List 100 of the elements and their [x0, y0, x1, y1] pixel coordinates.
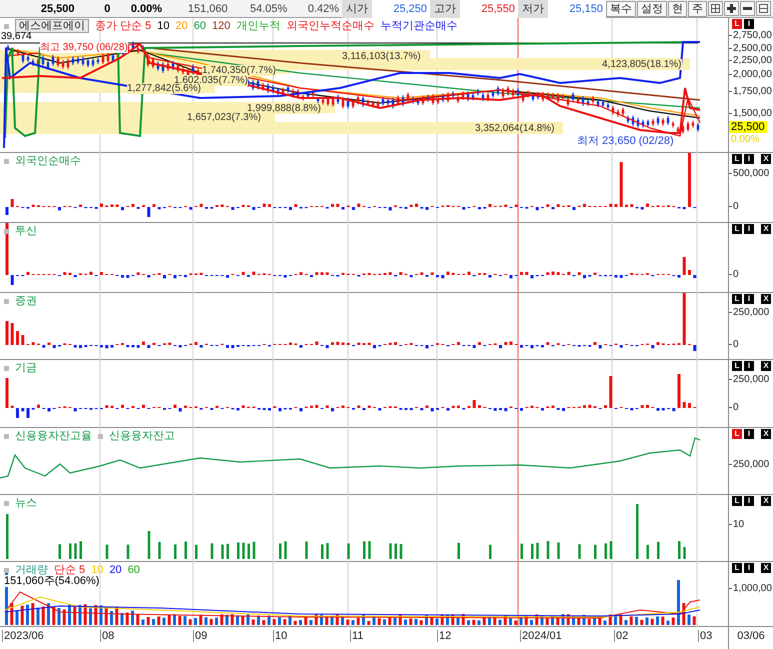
legend-label: 60 — [194, 20, 206, 32]
panel-toggle-button[interactable]: I — [744, 361, 754, 371]
price-field-value: 25,550 — [460, 0, 518, 18]
panel-toggle-button[interactable]: I — [744, 154, 754, 164]
price-field-value: 25,150 — [548, 0, 606, 18]
grid-icon[interactable] — [708, 1, 724, 16]
legend-marker-icon — [4, 366, 9, 370]
legend-label: 외국인순매수 — [15, 155, 81, 167]
panel-toggle-button[interactable]: L — [732, 154, 742, 164]
panel-toggle-button[interactable]: L — [732, 429, 742, 439]
high-price-note: 최고 39,750 (06/28) — [40, 42, 128, 53]
date-label: 11 — [350, 630, 364, 642]
date-label: 08 — [100, 630, 114, 642]
panel-toggle-button[interactable]: X — [761, 563, 771, 573]
panel-toggle-button[interactable]: I — [744, 429, 754, 439]
legend-label: 120 — [212, 20, 230, 32]
current-price: 25,500 — [40, 2, 76, 16]
legend-label: 개인누적 — [236, 20, 280, 32]
axis-label: 2,750,00 — [732, 30, 772, 41]
legend-label: 10 — [91, 564, 104, 576]
toolbar-button[interactable]: 주 — [688, 0, 708, 16]
change-rate: 0.00% — [130, 2, 164, 16]
panel-toggle-button[interactable]: X — [761, 294, 771, 304]
stock-name-button[interactable]: 에스에프에이 — [15, 19, 89, 33]
legend-label: 외국인누적순매수 — [286, 20, 374, 32]
trade-volume: 151,060 — [186, 2, 229, 16]
panel-toggle-button[interactable]: L — [732, 19, 742, 29]
volume-profile-label: 3,352,064(14.8%) — [475, 123, 555, 134]
current-change-label: 0.00% — [731, 134, 760, 145]
price-field-label: 저가 — [518, 0, 548, 18]
price-field-label: 시가 — [342, 0, 372, 18]
panel-toggle-button[interactable]: I — [744, 294, 754, 304]
panel-toggle-button[interactable]: I — [744, 19, 754, 29]
legend-marker-icon — [4, 24, 9, 28]
legend-label: 신용융자잔고 — [109, 430, 175, 442]
axis-label: 500,000 — [732, 168, 770, 179]
panel-toggle-button[interactable]: I — [744, 563, 754, 573]
panel-toggle-button[interactable]: L — [732, 361, 742, 371]
panel-toggle-button[interactable]: X — [761, 154, 771, 164]
legend-label: 60 — [128, 564, 140, 576]
date-label: 03 — [698, 630, 712, 642]
axis-label: 250,000 — [732, 307, 770, 318]
axis-label: 1,750,00 — [732, 86, 772, 97]
legend-label: 단순 5 — [54, 564, 86, 576]
date-label: 2024/01 — [520, 630, 562, 642]
volume-profile-label: 4,123,805(18.1%) — [602, 59, 682, 70]
axis-label: 0 — [732, 201, 739, 212]
volume-profile-label: 1,999,888(8.8%) — [247, 103, 321, 114]
date-label: 09 — [193, 630, 208, 642]
current-price-tag: 25,500 — [729, 121, 767, 133]
axis-label: 2,000,00 — [732, 69, 772, 80]
toolbar-button[interactable]: 현 — [668, 0, 688, 16]
panel-toggle-button[interactable]: I — [744, 224, 754, 234]
axis-label: 10 — [732, 519, 744, 530]
legend-label: 뉴스 — [15, 497, 37, 509]
toolbar-button[interactable]: 복수 — [606, 0, 636, 16]
window-icon[interactable] — [756, 1, 772, 16]
date-label: 10 — [273, 630, 288, 642]
legend-marker-icon — [4, 158, 9, 164]
legend-marker-icon — [4, 500, 9, 506]
panel-toggle-button[interactable]: L — [732, 224, 742, 234]
turnover-rate: 0.42% — [306, 2, 340, 16]
axis-label: 0 — [732, 269, 739, 280]
panel-toggle-button[interactable]: X — [761, 429, 771, 439]
last-date-label: 03/06 — [737, 630, 765, 642]
legend-label: 20 — [109, 564, 122, 576]
panel-toggle-button[interactable]: L — [732, 294, 742, 304]
panel-toggle-button[interactable]: X — [761, 224, 771, 234]
legend-label: 누적기관순매수 — [380, 20, 458, 32]
low-price-note: 최저 23,650 (02/28) — [577, 135, 674, 147]
legend-label: 20 — [175, 20, 188, 32]
volume-ratio: 54.05% — [249, 2, 288, 16]
plus-icon[interactable] — [724, 1, 740, 16]
date-label: 02 — [614, 630, 628, 642]
volume-profile-label: 1,657,023(7.3%) — [187, 112, 261, 123]
date-label: 2023/06 — [2, 630, 44, 642]
panel-toggle-button[interactable]: X — [761, 496, 771, 506]
axis-label: 1,000,00 — [732, 583, 772, 594]
axis-label: 0 — [732, 339, 739, 350]
legend-marker-icon — [4, 228, 9, 234]
legend-marker-icon — [4, 434, 9, 438]
axis-label: 2,250,00 — [732, 55, 772, 66]
panel-toggle-button[interactable]: X — [761, 361, 771, 371]
legend-label: 투신 — [15, 225, 37, 237]
panel-toggle-button[interactable]: I — [744, 496, 754, 506]
legend-label: 증권 — [15, 295, 37, 307]
minus-icon[interactable] — [740, 1, 756, 16]
panel-toggle-button[interactable]: L — [732, 496, 742, 506]
panel-toggle-button[interactable]: L — [732, 563, 742, 573]
axis-label: 1,500,00 — [732, 108, 772, 119]
legend-marker-icon — [4, 568, 9, 572]
axis-label: 0 — [732, 402, 739, 413]
volume-profile-label: 1,277,842(5.6%) — [127, 83, 201, 94]
price-field-label: 고가 — [430, 0, 460, 18]
date-label: 12 — [437, 630, 452, 642]
legend-marker-icon — [4, 298, 9, 304]
price-field-value: 25,250 — [372, 0, 430, 18]
volume-note: 151,060주(54.06%) — [4, 575, 100, 587]
toolbar-button[interactable]: 설정 — [637, 0, 668, 16]
legend-label: 기금 — [15, 362, 37, 374]
